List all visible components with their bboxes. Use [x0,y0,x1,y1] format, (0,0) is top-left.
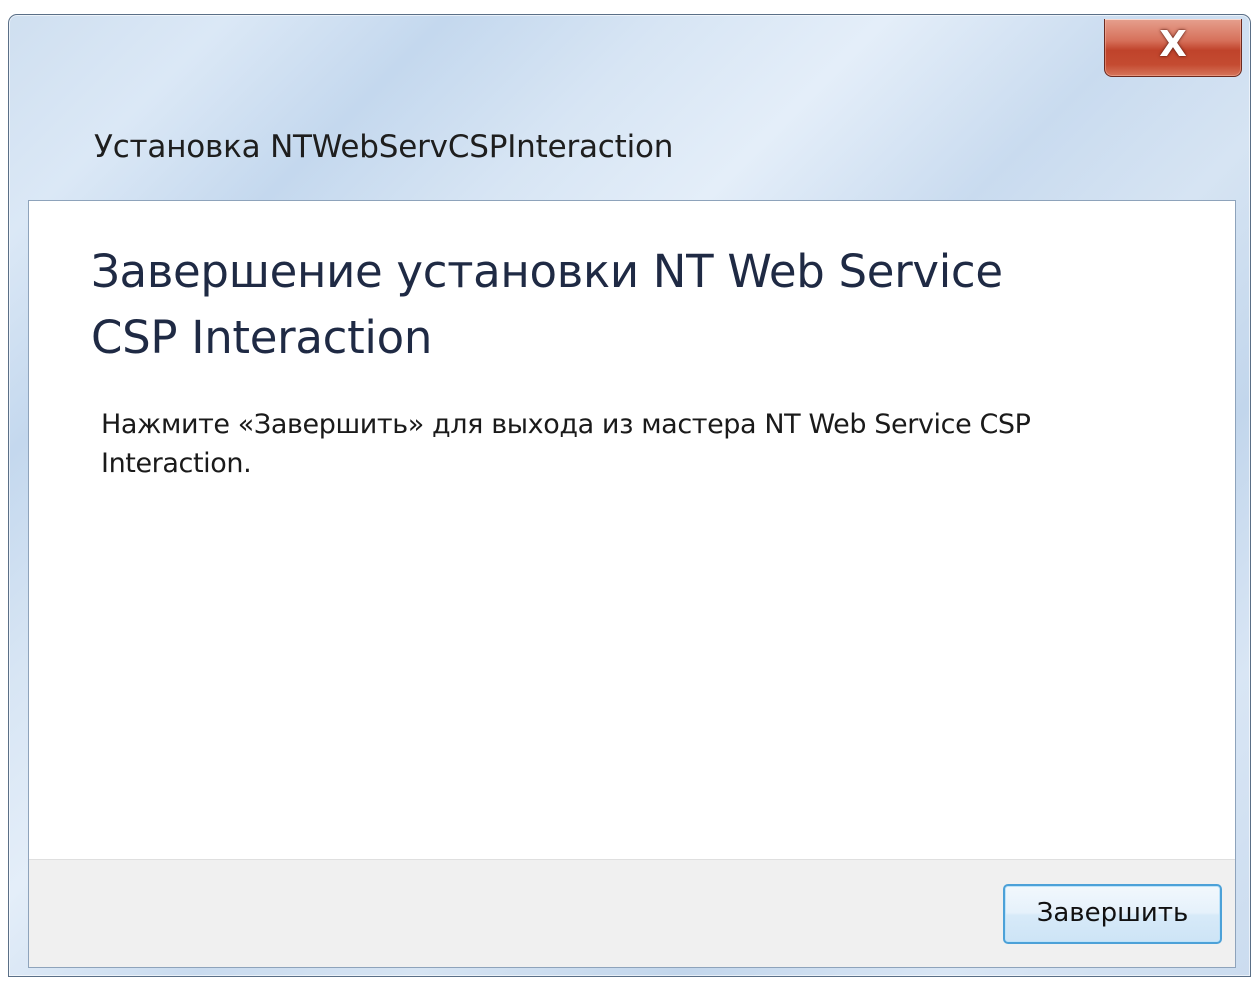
title-bar[interactable]: Установка NTWebServCSPInteraction X [9,15,1250,200]
button-bar: Завершить [29,859,1235,967]
window-title: Установка NTWebServCSPInteraction [94,129,674,165]
content-area: Завершение установки NT Web Service CSP … [29,201,1235,861]
finish-button[interactable]: Завершить [1003,884,1222,944]
instruction-text: Нажмите «Завершить» для выхода из мастер… [101,409,1031,479]
wizard-panel: Завершение установки NT Web Service CSP … [28,200,1236,968]
close-button[interactable]: X [1104,19,1242,77]
page-heading: Завершение установки NT Web Service CSP … [91,245,1003,364]
close-icon: X [1159,24,1187,65]
installer-window: Установка NTWebServCSPInteraction X Заве… [8,14,1251,977]
